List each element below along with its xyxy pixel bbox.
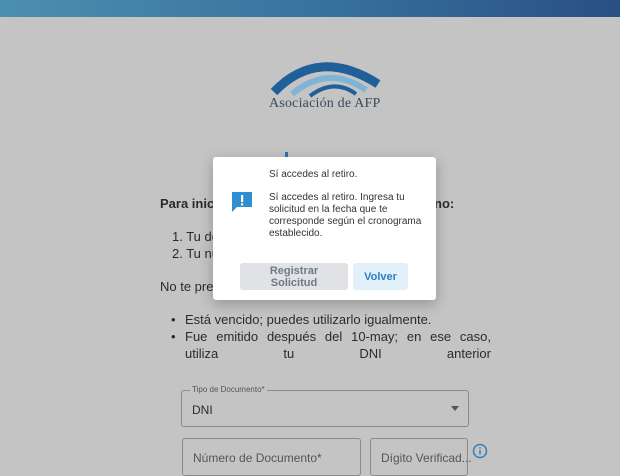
tipo-documento-value: DNI (192, 403, 213, 417)
numero-documento-field[interactable]: Número de Documento* (182, 438, 361, 476)
info-circle-icon[interactable] (472, 443, 488, 459)
bullet-item-vencido: Está vencido; puedes utilizarlo igualmen… (171, 311, 491, 328)
logo-text: Asociación de AFP (269, 96, 381, 111)
tipo-documento-label: Tipo de Documento* (190, 385, 267, 394)
dialog-title: Sí accedes al retiro. (269, 169, 358, 180)
bullet-text-1: Está vencido; puedes utilizarlo igualmen… (185, 312, 432, 327)
feedback-alert-icon (232, 192, 252, 212)
registrar-solicitud-button[interactable]: Registrar Solicitud (240, 263, 348, 290)
tipo-documento-select[interactable]: Tipo de Documento* DNI (181, 385, 469, 427)
bullet-item-emitido: Fue emitido después del 10-may; en ese c… (171, 328, 491, 362)
retiro-dialog: Sí accedes al retiro. Sí accedes al reti… (213, 157, 436, 300)
digito-verificador-placeholder: Dígito Verificad... (381, 451, 472, 465)
numero-documento-placeholder: Número de Documento* (193, 451, 322, 465)
dropdown-arrow-icon[interactable] (451, 406, 459, 411)
digito-verificador-field[interactable]: Dígito Verificad... (370, 438, 472, 476)
top-gradient-bar (0, 0, 620, 17)
bullet-list: Está vencido; puedes utilizarlo igualmen… (171, 311, 491, 362)
bullet-text-2: Fue emitido después del 10-may; en ese c… (185, 329, 491, 361)
dialog-message: Sí accedes al retiro. Ingresa tu solicit… (269, 192, 422, 239)
no-preocupes-text: No te preo (160, 279, 221, 294)
requirement-item-2: 2. Tu nú (172, 246, 219, 261)
requirement-item-1: 1. Tu do (172, 229, 219, 244)
intro-text-right: no: (434, 196, 455, 211)
volver-button[interactable]: Volver (353, 263, 408, 290)
